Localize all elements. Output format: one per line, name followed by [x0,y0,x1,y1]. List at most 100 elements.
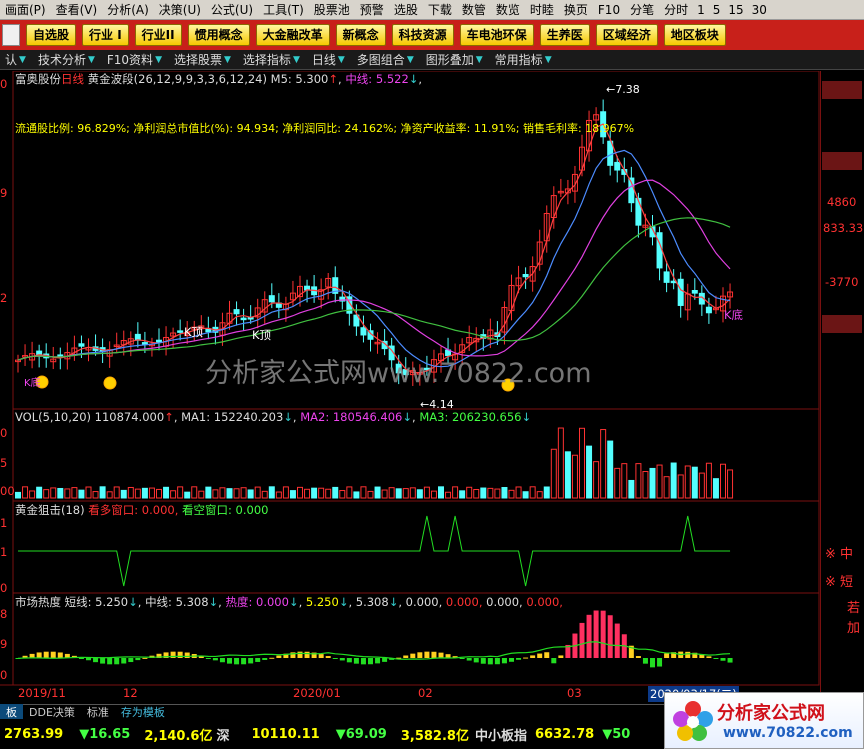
date-label-5: 03 [567,686,582,700]
menu-item-2[interactable]: 分析(A) [102,0,154,20]
index-change-2: ▼69.09 [335,726,387,742]
sector-button-5[interactable]: 新概念 [335,24,386,46]
function-tab-0[interactable]: 认 ▼ [0,50,33,70]
indicator-params: (26,12,9,9,3,3,6,12,24) [133,72,267,86]
status-tab-standard[interactable]: 标准 [81,704,115,720]
candle-body [240,317,247,321]
menu-item-12[interactable]: 时睦 [525,0,559,20]
volume-bar [332,486,339,499]
left-axis-label-2: 9 [0,186,8,200]
dropdown-arrow-icon[interactable]: ▼ [545,55,552,65]
heat-bar [107,658,113,665]
heat-label: 市场热度 [15,595,61,609]
heat-bar [43,651,49,658]
menu-item-0[interactable]: 画面(P) [0,0,51,20]
menu-item-7[interactable]: 预警 [355,0,389,20]
heat-bar [558,655,564,658]
dropdown-arrow-icon[interactable]: ▼ [293,55,300,65]
menu-item-20[interactable]: 30 [748,0,771,20]
heat-bar [36,652,42,658]
volume-bar [720,463,726,499]
menu-item-6[interactable]: 股票池 [309,0,355,20]
status-tab-dde[interactable]: DDE决策 [23,704,81,720]
heat-v2: 5.308 [355,595,389,609]
volume-bar [198,490,205,499]
function-tab-6[interactable]: 多图组合 ▼ [352,50,421,70]
volume-bar [71,487,78,499]
menu-item-9[interactable]: 下载 [423,0,457,20]
menu-item-3[interactable]: 决策(U) [154,0,206,20]
dropdown-arrow-icon[interactable]: ▼ [88,55,95,65]
menu-item-8[interactable]: 选股 [389,0,423,20]
menu-item-15[interactable]: 分笔 [625,0,659,20]
volume-bar [705,462,712,499]
sector-button-1[interactable]: 行业 I [82,24,129,46]
sector-button-4[interactable]: 大金融改革 [255,24,330,46]
menu-item-1[interactable]: 查看(V) [51,0,103,20]
dropdown-arrow-icon[interactable]: ▼ [407,55,414,65]
menu-item-10[interactable]: 数管 [457,0,491,20]
menu-item-5[interactable]: 工具(T) [258,0,309,20]
function-tab-1[interactable]: 技术分析 ▼ [33,50,102,70]
volume-bar [297,486,303,499]
gold-axis-3: 0 [0,581,8,595]
function-tab-label: 图形叠加 [425,53,474,67]
menu-item-14[interactable]: F10 [593,0,625,20]
date-label-1: 2019/11 [18,686,66,700]
heat-bar [184,652,190,658]
heat-bar [248,658,254,664]
heat-bar [579,622,585,658]
sector-button-10[interactable]: 地区板块 [663,24,726,46]
function-tab-2[interactable]: F10资料 ▼ [102,50,169,70]
volume-bar [402,488,409,499]
function-tab-3[interactable]: 选择股票 ▼ [169,50,238,70]
volume-bar [78,489,85,499]
menu-item-16[interactable]: 分时 [659,0,693,20]
volume-bar [409,487,416,499]
function-tab-label: 选择指标 [242,53,291,67]
ma-line-long [17,179,731,361]
ma-line-xlong [17,217,731,361]
volume-bar [649,467,656,499]
sector-button-8[interactable]: 生养医 [539,24,590,46]
sector-button-7[interactable]: 车电池环保 [459,24,534,46]
sector-button-2[interactable]: 行业II [134,24,182,46]
dropdown-arrow-icon[interactable]: ▼ [476,55,483,65]
volume-bar [57,487,64,499]
heat-bar [177,651,183,658]
menu-item-11[interactable]: 数览 [491,0,525,20]
menu-item-18[interactable]: 5 [709,0,725,20]
function-tab-8[interactable]: 常用指标 ▼ [490,50,559,70]
heat-bar [227,658,232,664]
menu-item-4[interactable]: 公式(U) [206,0,258,20]
menu-item-19[interactable]: 15 [724,0,747,20]
dropdown-arrow-icon[interactable]: ▼ [155,55,162,65]
volume-bar [191,486,198,499]
function-tab-4[interactable]: 选择指标 ▼ [238,50,307,70]
function-tab-5[interactable]: 日线 ▼ [307,50,352,70]
dropdown-arrow-icon[interactable]: ▼ [338,55,345,65]
menu-item-17[interactable]: 1 [693,0,709,20]
heat-bar [234,658,240,665]
chart-area[interactable]: 富奥股份日线 黄金波段(26,12,9,9,3,3,6,12,24) M5: 5… [0,71,864,704]
function-tab-7[interactable]: 图形叠加 ▼ [421,50,490,70]
sector-button-9[interactable]: 区域经济 [595,24,658,46]
status-tab-board[interactable]: 板 [0,704,23,720]
dropdown-arrow-icon[interactable]: ▼ [19,55,26,65]
panel-toggle-icon[interactable] [2,24,20,46]
volume-bar [247,489,254,499]
volume-bar [184,491,191,499]
dropdown-arrow-icon[interactable]: ▼ [224,55,231,65]
sector-button-0[interactable]: 自选股 [26,24,77,46]
sector-button-6[interactable]: 科技资源 [391,24,454,46]
heat-bar [212,658,218,661]
gold-signal-line [18,515,731,587]
heat-bar [382,658,388,662]
save-template-link[interactable]: 存为模板 [115,704,171,720]
volume-bar [311,487,318,499]
sector-button-3[interactable]: 惯用概念 [187,24,250,46]
volume-bar [698,472,705,499]
volume-bar [36,486,43,499]
menu-item-13[interactable]: 换页 [559,0,593,20]
heat-bar [121,658,127,664]
